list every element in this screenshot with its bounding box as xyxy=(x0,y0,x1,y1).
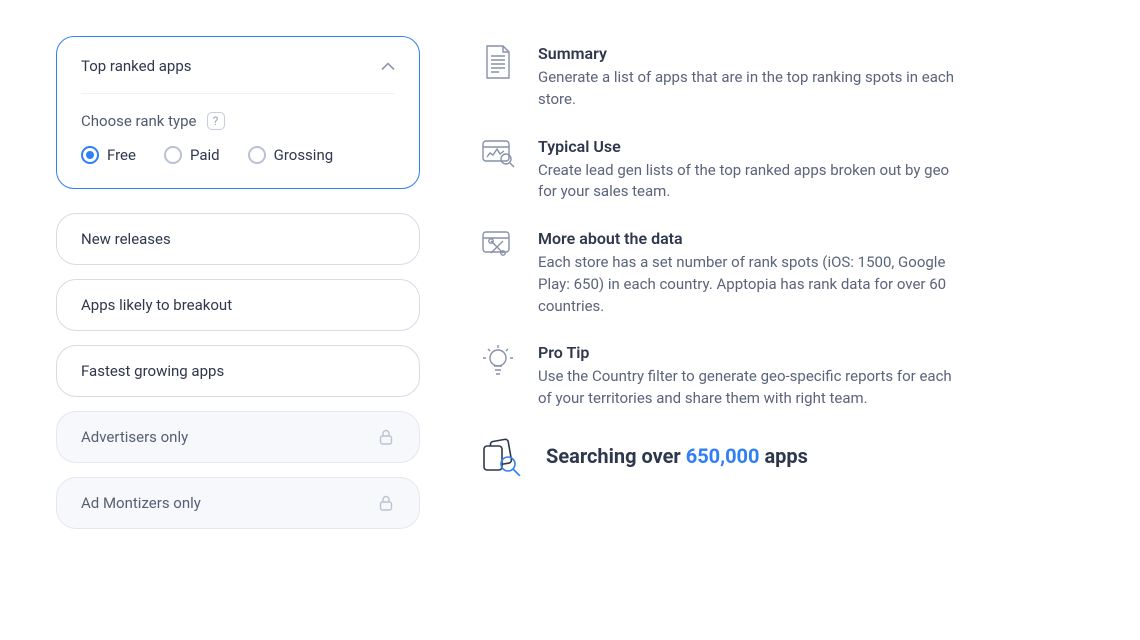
tools-icon xyxy=(480,229,516,317)
rank-type-radios: Free Paid Grossing xyxy=(81,146,395,164)
document-icon xyxy=(480,44,516,111)
search-summary: Searching over 650,000 apps xyxy=(480,436,1080,476)
info-about-data: More about the data Each store has a set… xyxy=(480,229,1080,317)
card-title: Advertisers only xyxy=(81,428,188,446)
info-body: Each store has a set number of rank spot… xyxy=(538,252,968,317)
search-prefix: Searching over xyxy=(546,444,686,468)
rank-type-label-text: Choose rank type xyxy=(81,112,197,130)
radio-dot-icon xyxy=(248,146,266,164)
info-title: Summary xyxy=(538,44,968,63)
info-panel: Summary Generate a list of apps that are… xyxy=(460,0,1140,640)
info-title: More about the data xyxy=(538,229,968,248)
card-title: New releases xyxy=(81,230,171,248)
radio-label: Grossing xyxy=(274,146,334,164)
radio-dot-icon xyxy=(81,146,99,164)
card-title: Fastest growing apps xyxy=(81,362,224,380)
info-body: Create lead gen lists of the top ranked … xyxy=(538,160,968,204)
lock-icon xyxy=(377,494,395,512)
card-new-releases[interactable]: New releases xyxy=(56,213,420,265)
info-body: Use the Country filter to generate geo-s… xyxy=(538,366,968,410)
info-typical-use: Typical Use Create lead gen lists of the… xyxy=(480,137,1080,204)
card-title: Top ranked apps xyxy=(81,57,192,75)
info-pro-tip: Pro Tip Use the Country filter to genera… xyxy=(480,343,1080,410)
radio-free[interactable]: Free xyxy=(81,146,136,164)
card-fastest-growing[interactable]: Fastest growing apps xyxy=(56,345,420,397)
cards-search-icon xyxy=(480,436,524,476)
lightbulb-icon xyxy=(480,343,516,410)
lock-icon xyxy=(377,428,395,446)
card-ad-monetizers-only[interactable]: Ad Montizers only xyxy=(56,477,420,529)
info-title: Typical Use xyxy=(538,137,968,156)
search-suffix: apps xyxy=(760,444,808,468)
rank-type-label: Choose rank type ? xyxy=(81,112,395,130)
radio-label: Free xyxy=(107,146,136,164)
card-title: Apps likely to breakout xyxy=(81,296,232,314)
card-header[interactable]: Top ranked apps xyxy=(81,57,395,94)
chart-search-icon xyxy=(480,137,516,204)
radio-label: Paid xyxy=(190,146,220,164)
radio-paid[interactable]: Paid xyxy=(164,146,220,164)
chevron-up-icon xyxy=(381,62,395,71)
card-breakout[interactable]: Apps likely to breakout xyxy=(56,279,420,331)
search-count: 650,000 xyxy=(686,444,760,468)
card-title: Ad Montizers only xyxy=(81,494,201,512)
info-title: Pro Tip xyxy=(538,343,968,362)
info-summary: Summary Generate a list of apps that are… xyxy=(480,44,1080,111)
info-body: Generate a list of apps that are in the … xyxy=(538,67,968,111)
radio-dot-icon xyxy=(164,146,182,164)
search-summary-text: Searching over 650,000 apps xyxy=(546,444,808,468)
filter-panel: Top ranked apps Choose rank type ? Free … xyxy=(0,0,460,640)
radio-grossing[interactable]: Grossing xyxy=(248,146,334,164)
card-top-ranked-apps[interactable]: Top ranked apps Choose rank type ? Free … xyxy=(56,36,420,189)
help-icon[interactable]: ? xyxy=(207,112,225,130)
card-advertisers-only[interactable]: Advertisers only xyxy=(56,411,420,463)
